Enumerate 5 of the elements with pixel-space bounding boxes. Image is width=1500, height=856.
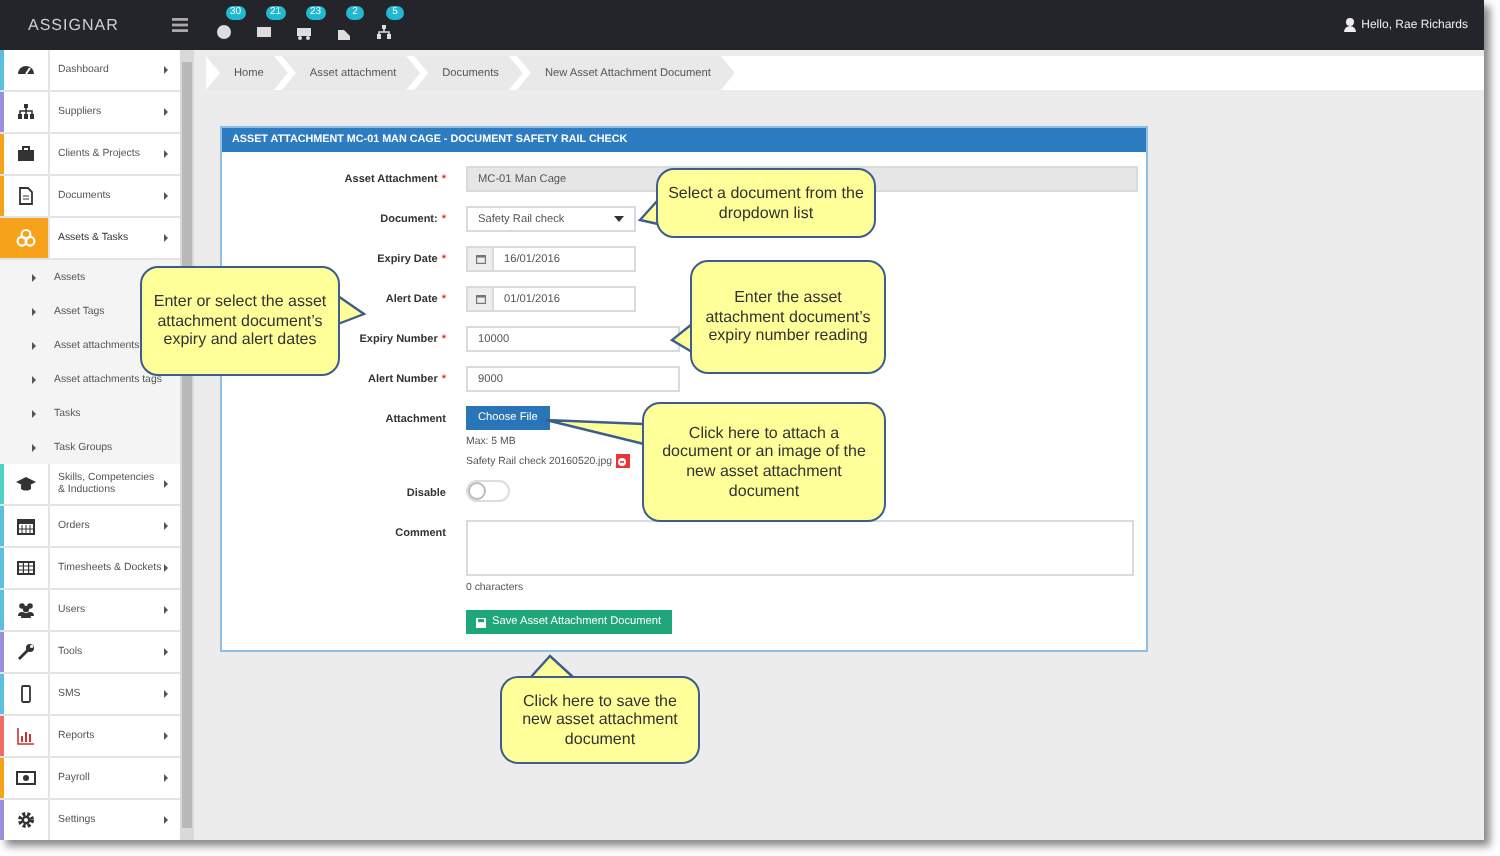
callout-tooltip: Enter or select the asset attachment document’s expiry and alert dates [140, 266, 340, 376]
callout-tooltip: Select a document from the dropdown list [656, 168, 876, 238]
app-logo: ASSIGNAR [26, 16, 121, 34]
callout-tooltip: Enter the asset attachment document’s expiry number reading [690, 260, 886, 374]
callout-tooltip: Click here to attach a document or an image of the new asset attachment document [642, 402, 886, 522]
